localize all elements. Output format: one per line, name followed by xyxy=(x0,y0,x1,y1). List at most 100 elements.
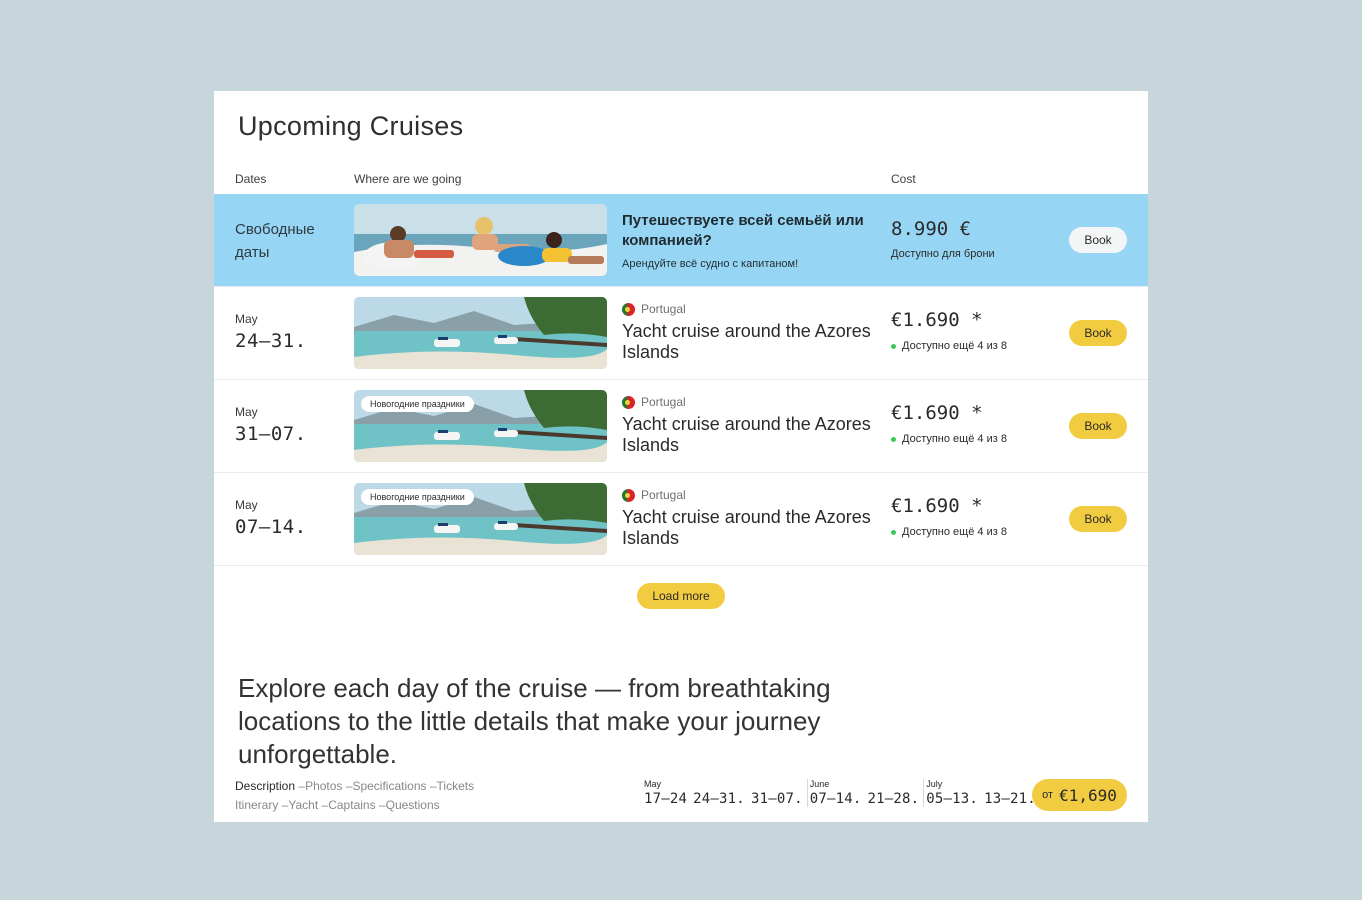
date-option-month: May xyxy=(644,779,662,789)
cruise-month: May xyxy=(235,312,258,326)
cruise-range: 07–14. xyxy=(235,516,307,538)
country-label: Portugal xyxy=(641,395,686,409)
date-option-range: 07–14. xyxy=(809,791,862,807)
link-questions[interactable]: Questions xyxy=(386,798,440,812)
column-header-destination: Where are we going xyxy=(354,172,462,186)
date-option-month xyxy=(693,779,745,791)
page-title: Upcoming Cruises xyxy=(238,111,464,141)
date-option-month: July xyxy=(926,779,943,789)
cruises-card: Upcoming Cruises Dates Where are we goin… xyxy=(214,91,1148,822)
portugal-flag-icon xyxy=(622,488,635,502)
cruise-info: Portugal Yacht cruise around the Azores … xyxy=(622,302,872,363)
date-option-range: 13–21. xyxy=(984,791,1036,807)
promo-price: 8.990 € xyxy=(891,218,972,240)
cruise-date: May 24–31. xyxy=(235,312,307,352)
cruise-image xyxy=(354,297,607,369)
cruise-date: May 31–07. xyxy=(235,405,307,445)
explore-heading: Explore each day of the cruise — from br… xyxy=(238,673,831,769)
cruise-info: Portugal Yacht cruise around the Azores … xyxy=(622,488,872,549)
cruise-month: May xyxy=(235,498,258,512)
date-option[interactable]: May 17–24 xyxy=(642,779,691,807)
cruise-row: May 31–07. Новогодние праздники Portugal… xyxy=(214,379,1148,472)
cruise-availability: Доступно ещё 4 из 8 xyxy=(891,433,1007,445)
link-separator: – xyxy=(429,779,437,793)
cruise-country: Portugal xyxy=(622,302,872,316)
cruise-price: €1.690 * xyxy=(891,495,983,517)
price-from-label: от xyxy=(1042,789,1054,801)
cruise-table: Свободные даты Путешествуете всей семьёй… xyxy=(214,194,1148,566)
book-button[interactable]: Book xyxy=(1069,506,1127,532)
cruise-price: €1.690 * xyxy=(891,402,983,424)
link-itinerary[interactable]: Itinerary xyxy=(235,798,278,812)
promo-cost: 8.990 € Доступно для брони xyxy=(891,218,995,260)
link-yacht[interactable]: Yacht xyxy=(288,798,318,812)
link-description[interactable]: Description xyxy=(235,779,295,793)
price-from-button[interactable]: от €1,690 xyxy=(1032,779,1127,811)
cruise-availability: Доступно ещё 4 из 8 xyxy=(891,340,1007,352)
holiday-badge: Новогодние праздники xyxy=(361,489,474,505)
availability-label: Доступно ещё 4 из 8 xyxy=(902,340,1007,352)
cruise-info: Portugal Yacht cruise around the Azores … xyxy=(622,395,872,456)
cruise-image: Новогодние праздники xyxy=(354,390,607,462)
date-option-range: 31–07. xyxy=(750,791,803,807)
book-button[interactable]: Book xyxy=(1069,320,1127,346)
date-option[interactable]: 24–31. xyxy=(691,779,749,807)
portugal-flag-icon xyxy=(622,395,635,409)
availability-label: Доступно ещё 4 из 8 xyxy=(902,433,1007,445)
promo-book-button[interactable]: Book xyxy=(1069,227,1127,253)
cruise-name: Yacht cruise around the Azores Islands xyxy=(622,507,871,548)
cruise-country: Portugal xyxy=(622,395,872,409)
date-option[interactable]: 21–28. xyxy=(866,779,924,807)
availability-label: Доступно ещё 4 из 8 xyxy=(902,526,1007,538)
section-links: Description –Photos –Specifications –Tic… xyxy=(235,777,474,815)
promo-row: Свободные даты Путешествуете всей семьёй… xyxy=(214,194,1148,286)
date-option[interactable]: June 07–14. xyxy=(806,779,866,807)
date-option[interactable]: 31–07. xyxy=(749,779,807,807)
cruise-name: Yacht cruise around the Azores Islands xyxy=(622,321,871,362)
cruise-range: 24–31. xyxy=(235,330,307,352)
date-option-month xyxy=(868,779,920,791)
cruise-image: Новогодние праздники xyxy=(354,483,607,555)
date-selector: May 17–24 24–31. 31–07. June 07–14. 21–2… xyxy=(642,779,1040,807)
country-label: Portugal xyxy=(641,488,686,502)
cruise-cost: €1.690 * Доступно ещё 4 из 8 xyxy=(891,495,1007,538)
available-dot-icon xyxy=(891,343,896,349)
portugal-flag-icon xyxy=(622,302,635,316)
link-photos[interactable]: Photos xyxy=(305,779,342,793)
link-tickets[interactable]: Tickets xyxy=(437,779,475,793)
cruise-row: May 07–14. Новогодние праздники Portugal… xyxy=(214,472,1148,566)
section-links-row: Description –Photos –Specifications –Tic… xyxy=(235,777,474,796)
date-option-range: 17–24 xyxy=(644,791,688,807)
cruise-month: May xyxy=(235,405,258,419)
load-more-button[interactable]: Load more xyxy=(637,583,725,609)
date-option[interactable]: July 05–13. xyxy=(923,779,982,807)
link-specifications[interactable]: Specifications xyxy=(352,779,426,793)
promo-availability: Доступно для брони xyxy=(891,248,995,260)
cruise-range: 31–07. xyxy=(235,423,307,445)
holiday-badge: Новогодние праздники xyxy=(361,396,474,412)
column-header-cost: Cost xyxy=(891,172,916,186)
cruise-availability: Доступно ещё 4 из 8 xyxy=(891,526,1007,538)
available-dot-icon xyxy=(891,529,896,535)
cruise-row: May 24–31. Portugal Yacht cruise around … xyxy=(214,286,1148,379)
promo-title: Путешествуете всей семьёй или компанией? xyxy=(622,212,864,249)
date-option-range: 24–31. xyxy=(693,791,745,807)
country-label: Portugal xyxy=(641,302,686,316)
date-option-range: 21–28. xyxy=(867,791,920,807)
promo-image xyxy=(354,204,607,276)
link-captains[interactable]: Captains xyxy=(328,798,375,812)
available-dot-icon xyxy=(891,436,896,442)
section-links-row: Itinerary –Yacht –Captains –Questions xyxy=(235,796,474,815)
date-option-month xyxy=(984,779,1036,791)
cruise-date: May 07–14. xyxy=(235,498,307,538)
cruise-cost: €1.690 * Доступно ещё 4 из 8 xyxy=(891,402,1007,445)
date-option-range: 05–13. xyxy=(926,791,979,807)
cruise-cost: €1.690 * Доступно ещё 4 из 8 xyxy=(891,309,1007,352)
book-button[interactable]: Book xyxy=(1069,413,1127,439)
free-dates-label: Свободные даты xyxy=(235,221,315,261)
column-header-dates: Dates xyxy=(235,172,267,186)
price-from-value: €1,690 xyxy=(1059,785,1117,805)
promo-info: Путешествуете всей семьёй или компанией?… xyxy=(622,211,872,270)
link-separator: – xyxy=(378,798,386,812)
date-option-month: June xyxy=(809,779,830,789)
